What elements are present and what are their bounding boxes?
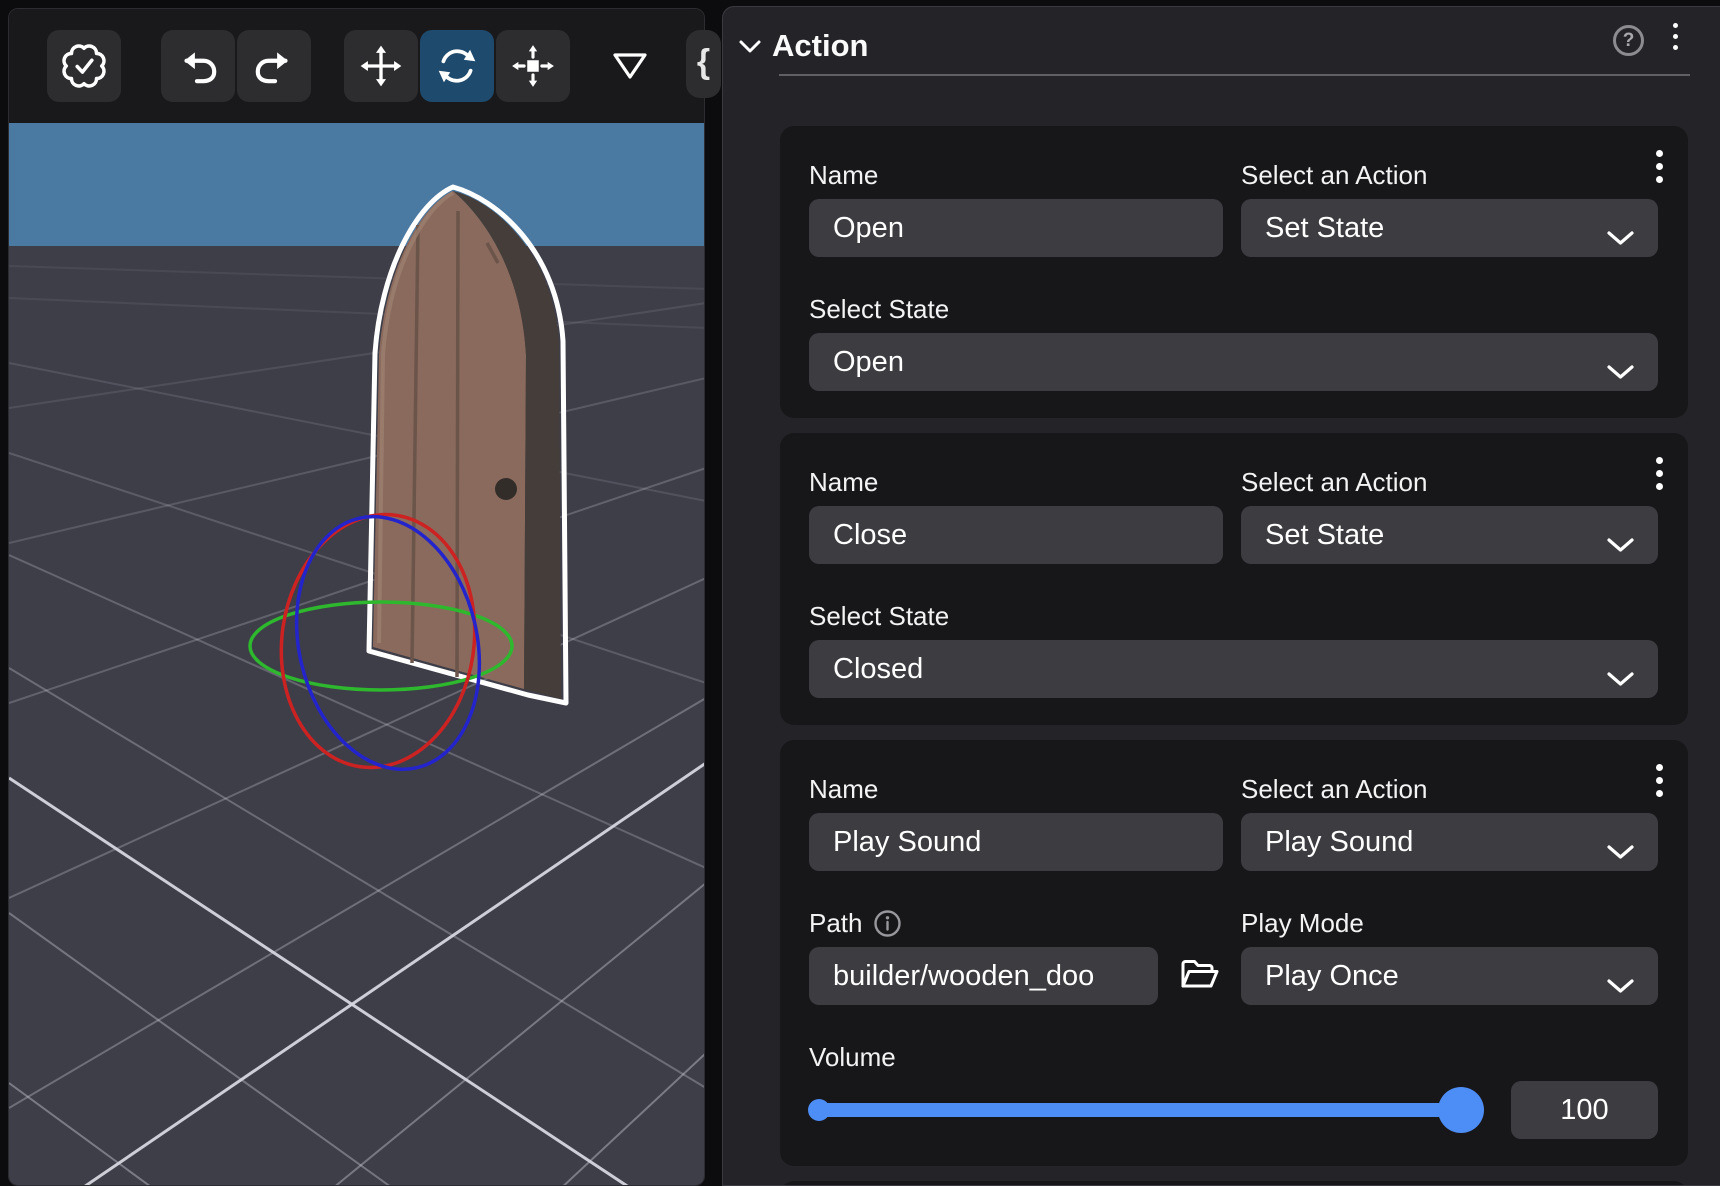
action-card-close: Name Close Select an Action Set State [780,433,1688,725]
card-kebab-menu-icon[interactable] [1653,761,1666,800]
viewport-toolbar [9,9,704,123]
card-kebab-menu-icon[interactable] [1653,454,1666,493]
name-input[interactable]: Open [809,199,1223,257]
panel-kebab-menu-icon[interactable] [1673,23,1678,50]
play-mode-label: Play Mode [1241,907,1658,939]
volume-slider-track[interactable] [811,1103,1458,1117]
action-select[interactable]: Play Sound [1241,813,1658,871]
ground [9,246,705,1186]
help-icon[interactable]: ? [1613,25,1644,56]
chevron-down-icon [1607,662,1634,695]
sky [9,123,705,246]
undo-icon [175,43,221,89]
door-object[interactable] [369,187,566,703]
collapse-brace-icon: { [697,43,710,82]
chevron-down-icon [1607,835,1634,868]
action-panel: Action ? Name Open Select an Action Set … [722,6,1720,1186]
chevron-down-icon [1607,528,1634,561]
scale-tool-button[interactable] [496,30,570,102]
viewport-panel [8,8,705,1186]
select-state-label: Select State [809,600,1658,632]
card-kebab-menu-icon[interactable] [1653,147,1666,186]
volume-slider-cap [808,1099,830,1121]
chevron-down-icon [1607,969,1634,1002]
rotate-tool-button[interactable] [420,30,494,102]
seal-check-button[interactable] [47,30,121,102]
volume-value-input[interactable]: 100 [1511,1081,1658,1139]
select-state-label: Select State [809,293,1658,325]
name-input[interactable]: Close [809,506,1223,564]
panel-header: Action ? [723,7,1720,69]
volume-label: Volume [809,1041,1658,1073]
viewport-3d-scene[interactable] [9,123,705,1186]
collapse-chevron-icon[interactable] [738,39,762,54]
name-label: Name [809,773,1223,805]
select-action-label: Select an Action [1241,466,1658,498]
action-card-play-sound: Name Play Sound Select an Action Play So… [780,740,1688,1166]
redo-button[interactable] [237,30,311,102]
volume-slider-thumb[interactable] [1438,1087,1484,1133]
action-select[interactable]: Set State [1241,506,1658,564]
state-select[interactable]: Open [809,333,1658,391]
page-title: Action [772,28,868,64]
info-icon[interactable] [873,909,902,938]
path-input[interactable]: builder/wooden_doo [809,947,1158,1005]
name-label: Name [809,159,1223,191]
select-action-label: Select an Action [1241,773,1658,805]
chevron-down-icon [1607,355,1634,388]
move-tool-button[interactable] [344,30,418,102]
triangle-down-icon [610,50,650,82]
next-action-card-partial [780,1181,1688,1186]
undo-button[interactable] [161,30,235,102]
name-input[interactable]: Play Sound [809,813,1223,871]
folder-open-icon[interactable] [1179,958,1219,994]
path-label: Path [809,907,1223,939]
action-select[interactable]: Set State [1241,199,1658,257]
volume-slider[interactable] [809,1087,1468,1133]
scale-tool-icon [510,43,556,89]
chevron-down-icon [1607,221,1634,254]
action-card-open: Name Open Select an Action Set State [780,126,1688,418]
door-handle [495,478,517,500]
triangle-menu-button[interactable] [600,30,660,102]
play-mode-select[interactable]: Play Once [1241,947,1658,1005]
rotate-tool-icon [434,43,480,89]
state-select[interactable]: Closed [809,640,1658,698]
redo-icon [251,43,297,89]
panel-collapse-handle[interactable]: { [686,30,721,98]
name-label: Name [809,466,1223,498]
seal-check-icon [61,43,107,89]
select-action-label: Select an Action [1241,159,1658,191]
move-tool-icon [358,43,404,89]
